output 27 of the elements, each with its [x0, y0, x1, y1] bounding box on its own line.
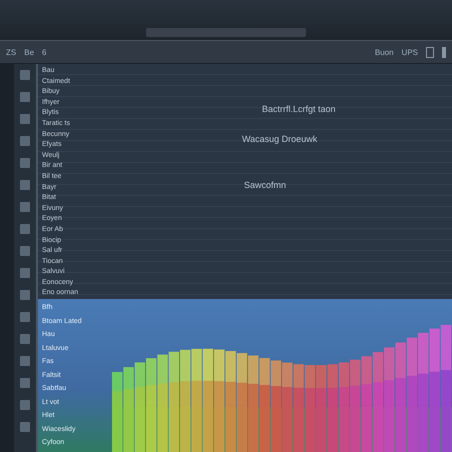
- toolbar-label[interactable]: UPS: [402, 48, 418, 56]
- sidebar-icon[interactable]: [20, 202, 30, 212]
- section-label: Sawcofmn: [244, 180, 286, 190]
- sidebar-icon[interactable]: [20, 422, 30, 432]
- sidebar-icon[interactable]: [20, 246, 30, 256]
- sidebar-icon[interactable]: [20, 136, 30, 146]
- sidebar-icon[interactable]: [20, 290, 30, 300]
- heading-text: Bactrrfl.Lcrfgt taon: [262, 104, 336, 114]
- toolbar-label[interactable]: Be: [24, 48, 34, 56]
- sidebar-icon[interactable]: [20, 312, 30, 322]
- sidebar-icon[interactable]: [20, 268, 30, 278]
- sidebar-icon[interactable]: [20, 92, 30, 102]
- subheading-text: Wacasug Droeuwk: [242, 134, 318, 144]
- toolbar-label[interactable]: Buon: [374, 48, 394, 56]
- document-icon[interactable]: [426, 46, 434, 58]
- sidebar-icon[interactable]: [20, 334, 30, 344]
- sidebar-icon[interactable]: [20, 114, 30, 124]
- toolbar-label[interactable]: 6: [42, 48, 46, 56]
- sidebar-icon[interactable]: [20, 400, 30, 410]
- sidebar-icon[interactable]: [20, 158, 30, 168]
- sidebar-icon[interactable]: [20, 224, 30, 234]
- sidebar-icon[interactable]: [20, 180, 30, 190]
- toolbar-label[interactable]: ZS: [6, 48, 16, 56]
- sidebar-icon[interactable]: [20, 70, 30, 80]
- bar-icon[interactable]: [442, 46, 446, 58]
- sidebar-icon[interactable]: [20, 356, 30, 366]
- sidebar-icon[interactable]: [20, 378, 30, 388]
